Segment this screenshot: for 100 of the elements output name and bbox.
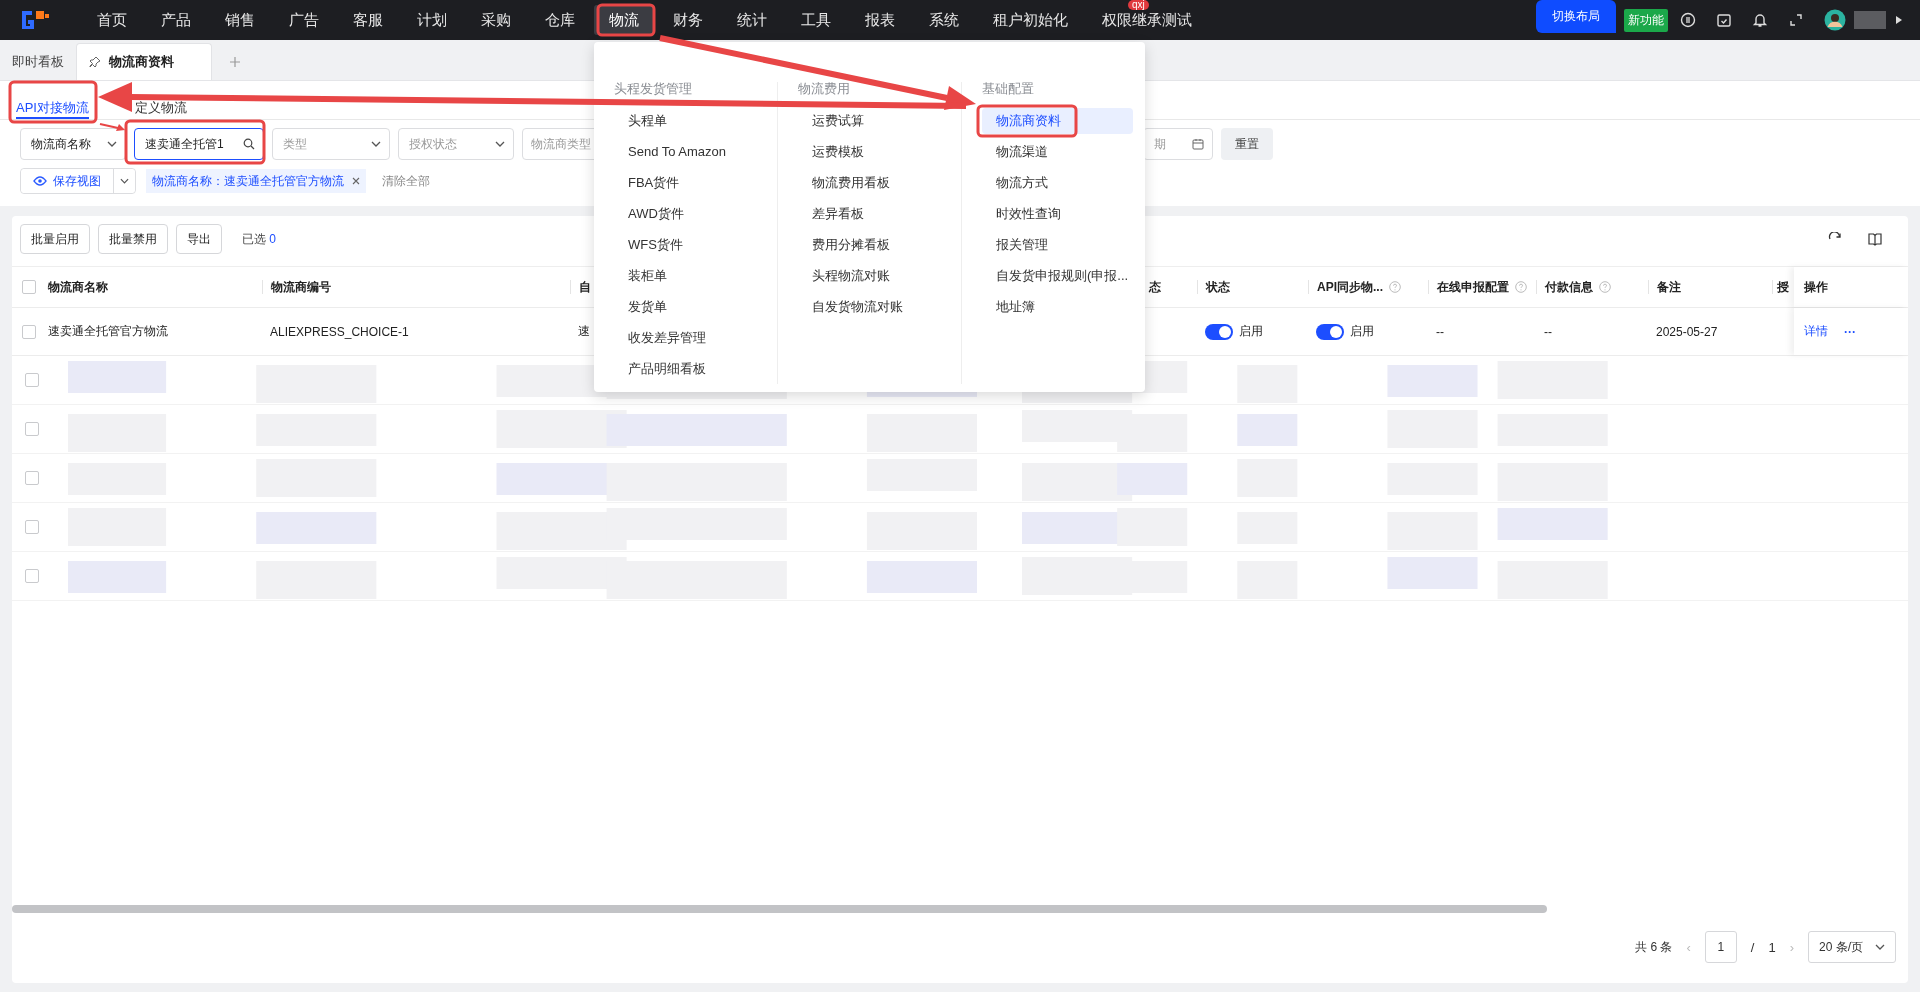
fullscreen-icon[interactable] — [1788, 12, 1804, 28]
user-badge: qxj — [1128, 0, 1149, 10]
table-cell: 速 — [578, 323, 590, 340]
menu-item[interactable]: 自发货物流对账 — [798, 294, 949, 320]
column-header: 自 — [579, 278, 591, 296]
action-button[interactable]: 批量禁用 — [98, 224, 168, 254]
menu-item[interactable]: 运费试算 — [798, 108, 949, 134]
nav-item[interactable]: 广告 — [274, 10, 334, 30]
toggle-switch[interactable] — [1205, 323, 1233, 340]
menu-item[interactable]: 时效性查询 — [982, 201, 1133, 227]
calendar-icon[interactable] — [1192, 138, 1204, 150]
clear-all-link[interactable]: 清除全部 — [382, 172, 430, 190]
nav-item[interactable]: 统计 — [722, 10, 782, 30]
filter-chip[interactable]: 物流商名称：速卖通全托管官方物流 — [146, 169, 366, 193]
bell-icon[interactable] — [1752, 12, 1768, 28]
pin-icon[interactable] — [89, 56, 101, 68]
avatar-icon[interactable] — [1824, 9, 1846, 31]
nav-item[interactable]: 权限继承测试 — [1087, 10, 1207, 30]
nav-item[interactable]: 采购 — [466, 10, 526, 30]
book-icon[interactable] — [1868, 232, 1882, 246]
page-tab[interactable]: 物流商资料 — [76, 43, 212, 80]
nav-item[interactable]: 产品 — [146, 10, 206, 30]
column-header: 备注 — [1657, 278, 1681, 296]
checkbox[interactable] — [25, 569, 39, 583]
nav-item[interactable]: 物流 — [594, 5, 654, 35]
nav-item[interactable]: 财务 — [658, 10, 718, 30]
table-cell: -- — [1436, 324, 1444, 339]
more-button[interactable]: ··· — [1844, 324, 1856, 339]
help-icon[interactable] — [1599, 281, 1611, 293]
column-header: 在线申报配置 — [1437, 278, 1509, 296]
reset-button[interactable]: 重置 — [1221, 128, 1273, 160]
close-icon[interactable] — [352, 177, 360, 185]
chevron-down-icon — [495, 141, 505, 147]
menu-item[interactable]: AWD货件 — [614, 201, 765, 227]
detail-link[interactable]: 详情 — [1804, 323, 1828, 340]
checkbox[interactable] — [22, 324, 36, 339]
checkbox[interactable] — [22, 280, 36, 294]
table-cell: -- — [1544, 324, 1552, 339]
menu-item[interactable]: 收发差异管理 — [614, 325, 765, 351]
column-header: 状态 — [1206, 278, 1230, 296]
action-button[interactable]: 批量启用 — [20, 224, 90, 254]
table-cell: ALIEXPRESS_CHOICE-1 — [270, 324, 409, 339]
menu-item[interactable]: 物流渠道 — [982, 139, 1133, 165]
menu-item[interactable]: 头程单 — [614, 108, 765, 134]
column-header: 操作 — [1804, 278, 1828, 296]
nav-item[interactable]: 工具 — [786, 10, 846, 30]
column-header: API同步物... — [1317, 278, 1383, 296]
toggle-label: 启用 — [1350, 323, 1374, 340]
menu-group-title: 物流费用 — [798, 82, 851, 96]
nav-item[interactable]: 客服 — [338, 10, 398, 30]
menu-item[interactable]: 发货单 — [614, 294, 765, 320]
page-tab[interactable]: 即时看板 — [0, 44, 76, 80]
menu-item[interactable]: 报关管理 — [982, 232, 1133, 258]
menu-item[interactable]: 头程物流对账 — [798, 263, 949, 289]
menu-item[interactable]: 运费模板 — [798, 139, 949, 165]
toggle-label: 启用 — [1239, 323, 1263, 340]
menu-item[interactable]: 物流方式 — [982, 170, 1133, 196]
scrollbar-thumb[interactable] — [12, 905, 1547, 913]
menu-item[interactable]: FBA货件 — [614, 170, 765, 196]
annotation-arrow — [99, 123, 125, 131]
sub-tab[interactable]: 定义物流 — [134, 100, 187, 119]
menu-item[interactable]: WFS货件 — [614, 232, 765, 258]
nav-item[interactable]: 销售 — [210, 10, 270, 30]
caret-icon[interactable] — [1896, 16, 1902, 24]
checkbox[interactable] — [25, 422, 39, 436]
add-tab-icon[interactable] — [230, 57, 240, 67]
help-icon[interactable] — [1515, 281, 1527, 293]
toggle-switch[interactable] — [1316, 323, 1344, 340]
help-icon[interactable] — [1389, 281, 1401, 293]
switch-layout-button[interactable]: 切换布局 — [1536, 0, 1616, 33]
coin-icon[interactable] — [1680, 12, 1696, 28]
menu-item[interactable]: 产品明细看板 — [614, 356, 765, 382]
column-header: 授 — [1777, 278, 1789, 296]
checkbox[interactable] — [25, 520, 39, 534]
menu-item[interactable]: Send To Amazon — [614, 139, 765, 165]
checkbox[interactable] — [25, 373, 39, 387]
page-input[interactable]: 1 — [1704, 931, 1737, 963]
nav-item[interactable]: 系统 — [914, 10, 974, 30]
highlight-box — [596, 3, 656, 37]
nav-item[interactable]: 计划 — [402, 10, 462, 30]
menu-group-title: 基础配置 — [982, 82, 1035, 96]
menu-item[interactable]: 物流费用看板 — [798, 170, 949, 196]
action-button[interactable]: 导出 — [176, 224, 222, 254]
menu-item[interactable]: 自发货申报规则(申报... — [982, 263, 1133, 289]
menu-item[interactable]: 装柜单 — [614, 263, 765, 289]
nav-item[interactable]: 首页 — [82, 10, 142, 30]
page-size-select[interactable]: 20 条/页 — [1808, 931, 1896, 963]
menu-item[interactable]: 物流商资料 — [982, 108, 1133, 134]
nav-item[interactable]: 租户初始化 — [978, 10, 1083, 30]
search-icon[interactable] — [243, 138, 255, 150]
nav-item[interactable]: 仓库 — [530, 10, 590, 30]
chevron-down-icon — [107, 141, 117, 147]
dropdown-button[interactable] — [113, 169, 135, 193]
chevron-down-icon — [120, 178, 129, 184]
nav-item[interactable]: 报表 — [850, 10, 910, 30]
checkbox[interactable] — [25, 471, 39, 485]
menu-item[interactable]: 费用分摊看板 — [798, 232, 949, 258]
menu-item[interactable]: 地址簿 — [982, 294, 1133, 320]
menu-item[interactable]: 差异看板 — [798, 201, 949, 227]
calendar-check-icon[interactable] — [1716, 12, 1732, 28]
